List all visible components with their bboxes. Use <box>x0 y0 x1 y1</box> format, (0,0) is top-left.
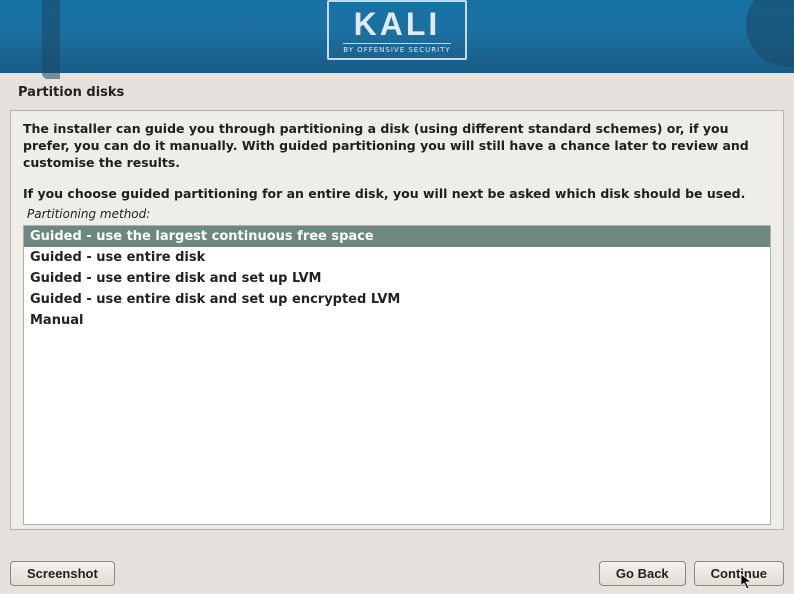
banner-decoration-left <box>0 0 60 73</box>
logo-text: KALI <box>354 8 441 40</box>
instruction-paragraph-2: If you choose guided partitioning for an… <box>23 186 771 203</box>
continue-button[interactable]: Continue <box>694 561 784 586</box>
partitioning-method-label: Partitioning method: <box>27 207 771 221</box>
logo-tagline: BY OFFENSIVE SECURITY <box>343 43 450 54</box>
option-manual[interactable]: Manual <box>24 310 770 331</box>
option-guided-entire-disk[interactable]: Guided - use entire disk <box>24 247 770 268</box>
header-banner: KALI BY OFFENSIVE SECURITY <box>0 0 794 73</box>
option-guided-free-space[interactable]: Guided - use the largest continuous free… <box>24 226 770 247</box>
page-title: Partition disks <box>0 73 794 104</box>
option-guided-lvm[interactable]: Guided - use entire disk and set up LVM <box>24 268 770 289</box>
option-guided-encrypted-lvm[interactable]: Guided - use entire disk and set up encr… <box>24 289 770 310</box>
button-row: Screenshot Go Back Continue <box>0 561 794 586</box>
banner-decoration-right <box>734 0 794 73</box>
partitioning-method-listbox[interactable]: Guided - use the largest continuous free… <box>23 225 771 525</box>
screenshot-button[interactable]: Screenshot <box>10 561 115 586</box>
kali-logo: KALI BY OFFENSIVE SECURITY <box>327 0 466 60</box>
main-panel: The installer can guide you through part… <box>10 110 784 530</box>
instruction-paragraph-1: The installer can guide you through part… <box>23 121 771 172</box>
go-back-button[interactable]: Go Back <box>599 561 686 586</box>
